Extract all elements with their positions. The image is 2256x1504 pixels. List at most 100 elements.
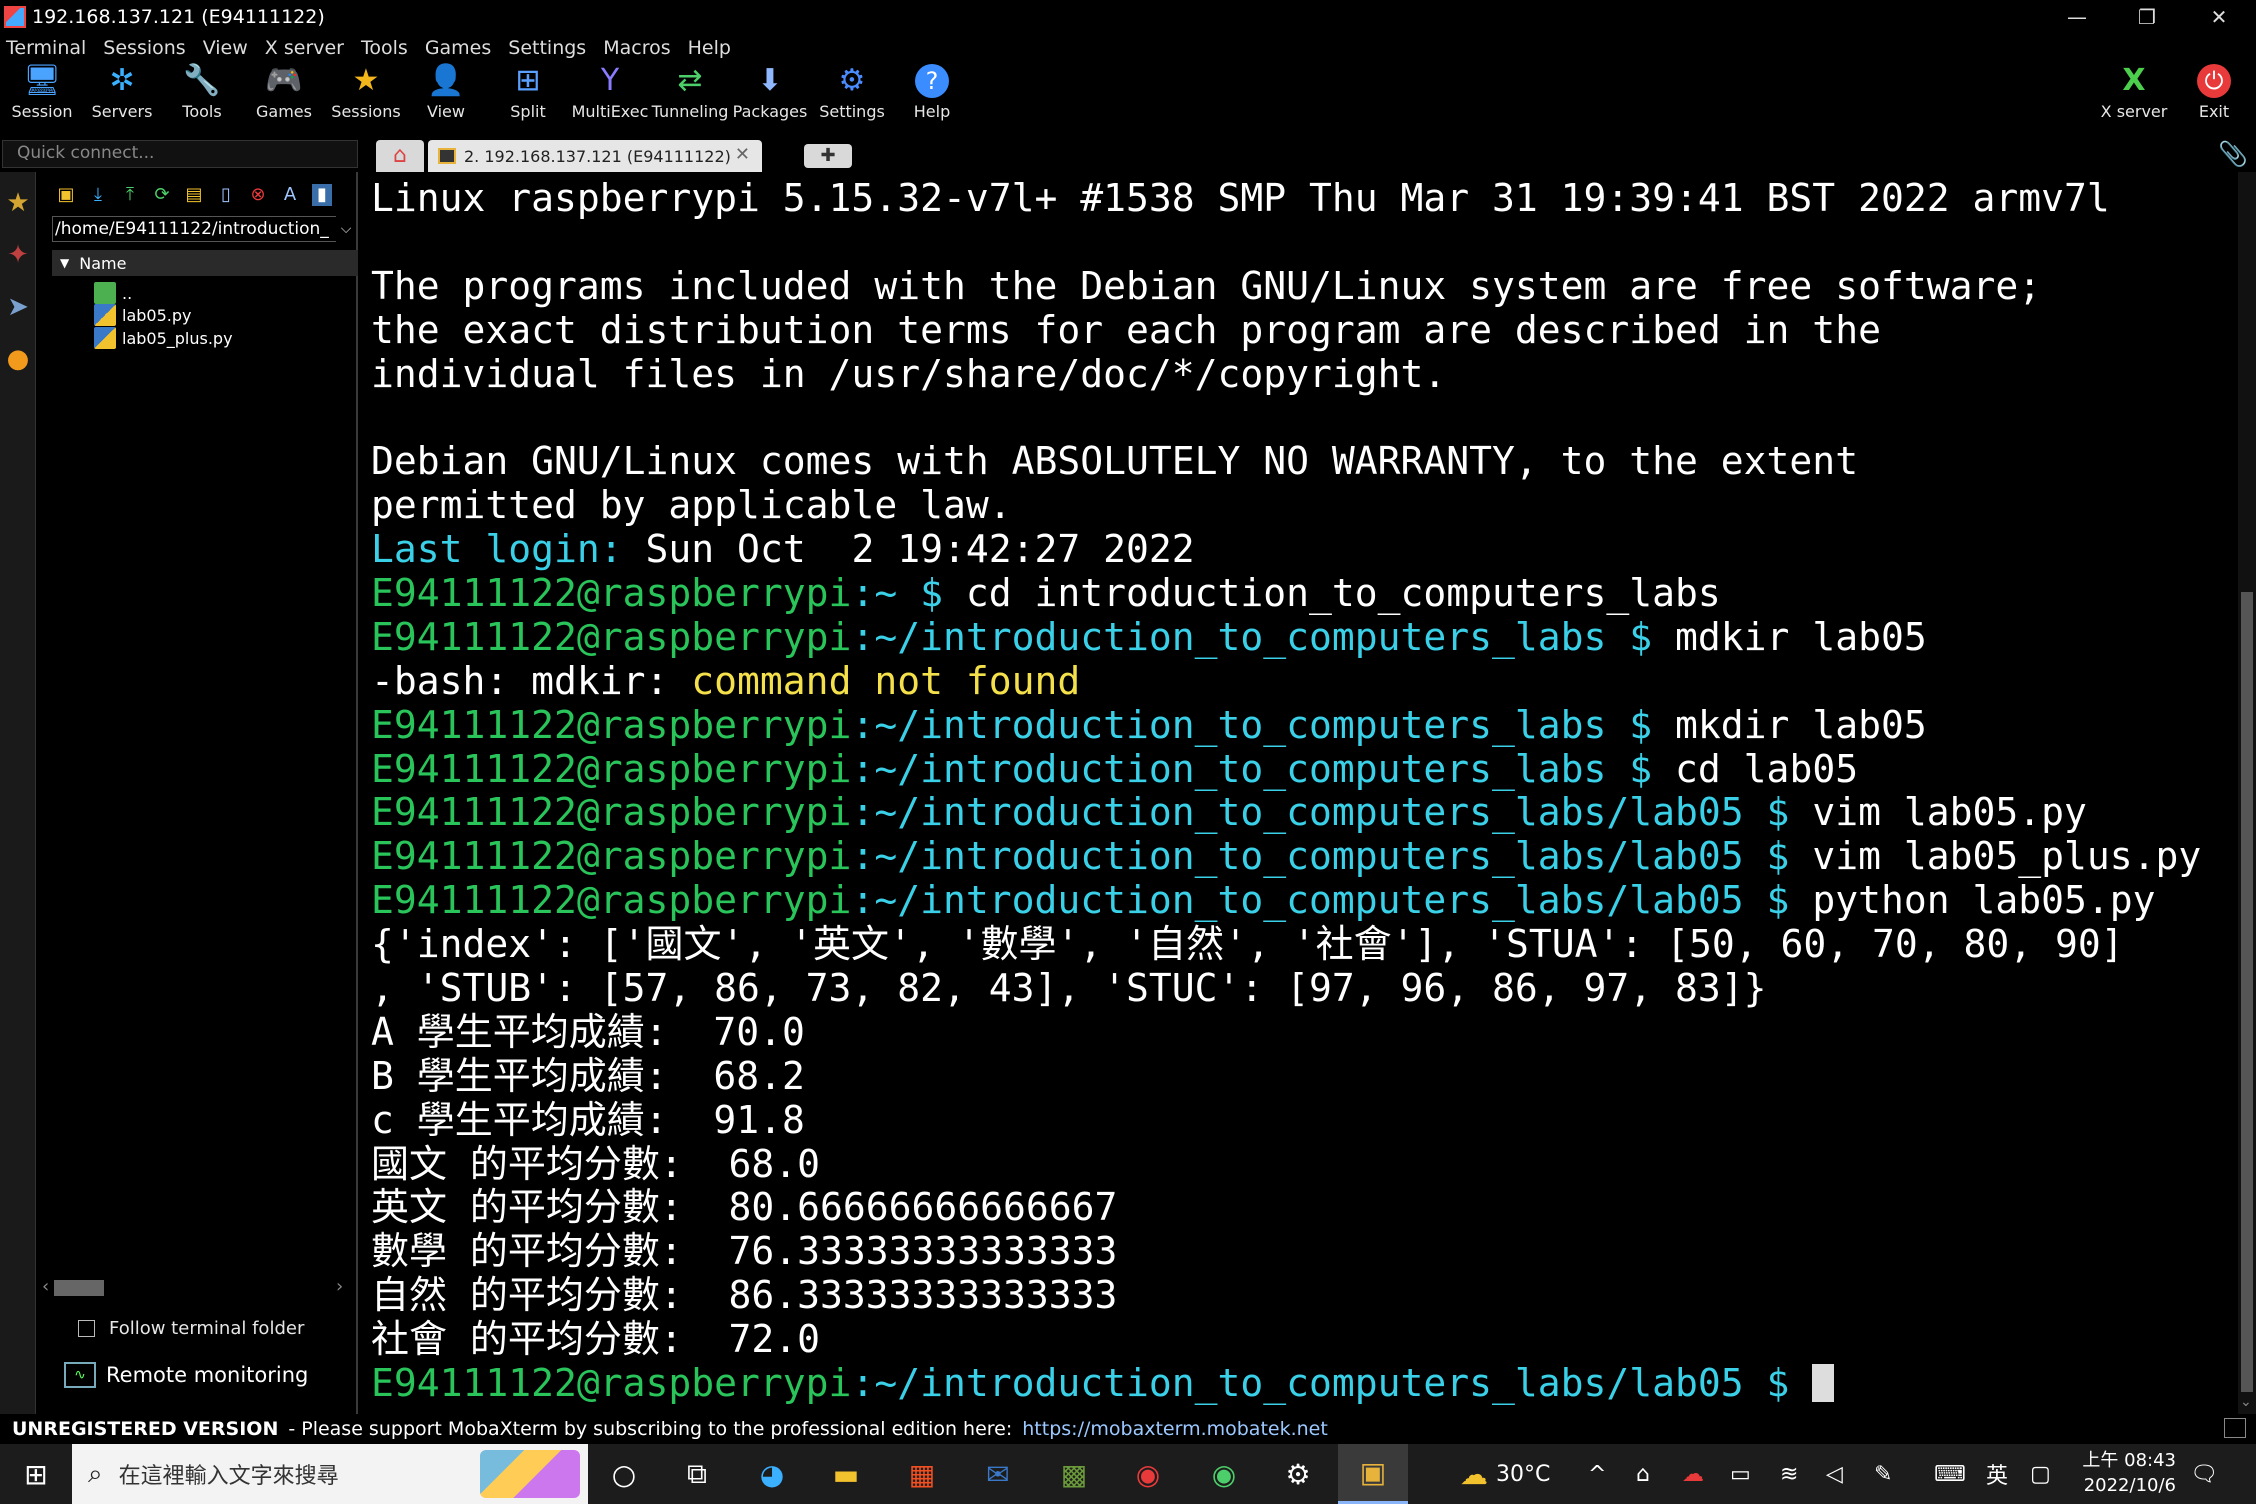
column-header-name[interactable]: ▼ Name: [52, 250, 358, 276]
upload-icon[interactable]: ⤒: [120, 184, 140, 206]
parent-folder-icon[interactable]: ▣: [56, 184, 76, 206]
menu-terminal[interactable]: Terminal: [0, 37, 94, 59]
chevron-down-icon[interactable]: ⌵: [336, 216, 356, 242]
rename-icon[interactable]: A: [280, 184, 300, 206]
terminal-text: :~/introduction_to_computers_labs $: [851, 702, 1653, 747]
horizontal-scrollbar[interactable]: ‹ ›: [36, 1276, 358, 1298]
toolbar-servers-button[interactable]: ✲ Servers: [82, 64, 162, 130]
terminal-text: mkdir lab05: [1652, 702, 1927, 747]
terminal-text: 英文 的平均分數: 80.66666666666667: [371, 1185, 1118, 1230]
weather-widget[interactable]: ☁ 30°C: [1460, 1444, 1550, 1504]
menu-tools[interactable]: Tools: [355, 37, 416, 59]
minecraft-icon[interactable]: ▩: [1046, 1444, 1102, 1504]
tray-app-icon[interactable]: ⌂: [1636, 1444, 1650, 1504]
windows-start-icon[interactable]: ⊞: [0, 1444, 72, 1504]
minimize-button[interactable]: —: [2044, 0, 2110, 34]
menu-settings[interactable]: Settings: [502, 37, 594, 59]
menu-macros[interactable]: Macros: [597, 37, 678, 59]
terminal-output[interactable]: Linux raspberrypi 5.15.32-v7l+ #1538 SMP…: [362, 172, 2238, 1414]
quick-connect-input[interactable]: Quick connect...: [2, 140, 358, 168]
terminal-text: c 學生平均成績: 91.8: [371, 1097, 805, 1142]
toolbar-tunneling-button[interactable]: ⇄ Tunneling: [650, 64, 730, 130]
terminal-line: E94111122@raspberrypi:~/introduction_to_…: [371, 1361, 2238, 1406]
wifi-icon[interactable]: ≋: [1780, 1444, 1798, 1504]
scroll-right-icon[interactable]: ›: [336, 1276, 343, 1297]
terminal-line: 國文 的平均分數: 68.0: [371, 1142, 2238, 1187]
scroll-left-icon[interactable]: ‹: [42, 1276, 49, 1297]
menu-xserver[interactable]: X server: [259, 37, 352, 59]
toolbar-view-button[interactable]: 👤 View: [406, 64, 486, 130]
menu-sessions[interactable]: Sessions: [97, 37, 193, 59]
home-tab[interactable]: ⌂: [376, 140, 424, 172]
screen-icon[interactable]: [2224, 1418, 2246, 1438]
toolbar-games-button[interactable]: 🎮 Games: [244, 64, 324, 130]
chrome-profile-icon[interactable]: ◉: [1196, 1444, 1252, 1504]
ime-language[interactable]: 英: [1986, 1444, 2008, 1504]
tools-icon[interactable]: ✦: [4, 234, 32, 276]
delete-icon[interactable]: ⊗: [248, 184, 268, 206]
path-field[interactable]: /home/E94111122/introduction_: [52, 216, 352, 242]
refresh-icon[interactable]: ⟳: [152, 184, 172, 206]
close-button[interactable]: ✕: [2186, 0, 2252, 34]
battery-icon[interactable]: ▭: [1730, 1444, 1751, 1504]
notification-icon[interactable]: 🗨: [2190, 1444, 2218, 1504]
ime-mode-icon[interactable]: ▢: [2030, 1444, 2051, 1504]
toolbar-help-button[interactable]: ? Help: [892, 64, 972, 130]
cortana-icon[interactable]: ○: [600, 1444, 648, 1504]
sftp-send-icon[interactable]: ➤: [4, 286, 32, 328]
toolbar-packages-button[interactable]: ⬇ Packages: [730, 64, 810, 130]
mobatek-link[interactable]: https://mobaxterm.mobatek.net: [1022, 1418, 1328, 1440]
toolbar-label: Session: [11, 102, 73, 121]
microsoft-store-icon[interactable]: ▦: [894, 1444, 950, 1504]
toolbar-multiexec-button[interactable]: Y MultiExec: [570, 64, 650, 130]
remote-monitoring-button[interactable]: ∿ Remote monitoring: [64, 1362, 308, 1388]
packages-icon: ⬇: [757, 63, 783, 98]
tray-status-icon[interactable]: ☁: [1682, 1444, 1704, 1504]
volume-icon[interactable]: ◁: [1826, 1444, 1843, 1504]
new-tab-button[interactable]: ✚: [804, 144, 852, 168]
menu-games[interactable]: Games: [419, 37, 499, 59]
scroll-thumb[interactable]: [54, 1280, 104, 1296]
file-row[interactable]: lab05_plus.py: [94, 323, 233, 353]
toolbar-tools-button[interactable]: 🔧 Tools: [162, 64, 242, 130]
new-folder-icon[interactable]: ▤: [184, 184, 204, 206]
attachment-icon[interactable]: 📎: [2218, 140, 2248, 168]
settings-gear-icon[interactable]: ⚙: [1270, 1444, 1326, 1504]
favorites-star-icon[interactable]: ★: [4, 182, 32, 224]
checkbox[interactable]: [78, 1320, 95, 1337]
toolbar-exit-button[interactable]: ⏻ Exit: [2174, 64, 2254, 130]
chrome-icon[interactable]: ◉: [1120, 1444, 1176, 1504]
toolbar-split-button[interactable]: ⊞ Split: [488, 64, 568, 130]
file-explorer-icon[interactable]: ▬: [818, 1444, 874, 1504]
new-file-icon[interactable]: ▯: [216, 184, 236, 206]
close-tab-icon[interactable]: ✕: [735, 144, 750, 165]
terminal-text: E94111122@raspberrypi: [371, 571, 852, 616]
menu-view[interactable]: View: [197, 37, 256, 59]
toolbar-sessions-button[interactable]: ★ Sessions: [326, 64, 406, 130]
show-hidden-icons[interactable]: ^: [1588, 1444, 1606, 1504]
taskbar-search-box[interactable]: ⌕ 在這裡輸入文字來搜尋: [72, 1444, 588, 1504]
toolbar-settings-button[interactable]: ⚙ Settings: [812, 64, 892, 130]
scroll-thumb[interactable]: [2241, 592, 2253, 1392]
edge-icon[interactable]: ◕: [744, 1444, 800, 1504]
mail-icon[interactable]: ✉: [970, 1444, 1026, 1504]
session-tab[interactable]: 2. 192.168.137.121 (E94111122) ✕: [428, 140, 762, 172]
toolbar-x-server-button[interactable]: X X server: [2094, 64, 2174, 130]
clock-date: 2022/10/6: [2083, 1475, 2176, 1496]
macro-icon[interactable]: ●: [4, 338, 32, 380]
system-clock[interactable]: 上午 08:43 2022/10/6: [2066, 1448, 2176, 1498]
pen-icon[interactable]: ✎: [1874, 1444, 1892, 1504]
scroll-down-icon[interactable]: ⌄: [2240, 1394, 2252, 1410]
settings-view-icon[interactable]: ▮: [312, 184, 332, 206]
toolbar-session-button[interactable]: 🖥 Session: [2, 64, 82, 130]
follow-terminal-folder-checkbox[interactable]: Follow terminal folder: [78, 1318, 304, 1339]
task-view-icon[interactable]: ⧉: [670, 1444, 724, 1504]
star-icon: ★: [352, 63, 380, 98]
vertical-scrollbar[interactable]: ⌄: [2238, 172, 2256, 1414]
download-icon[interactable]: ⤓: [88, 184, 108, 206]
mobaxterm-taskbar-icon[interactable]: ▣: [1338, 1444, 1408, 1504]
restore-button[interactable]: ❐: [2114, 0, 2180, 34]
path-selector[interactable]: /home/E94111122/introduction_ ⌵: [52, 216, 390, 242]
keyboard-icon[interactable]: ⌨: [1934, 1444, 1966, 1504]
menu-help[interactable]: Help: [682, 37, 739, 59]
